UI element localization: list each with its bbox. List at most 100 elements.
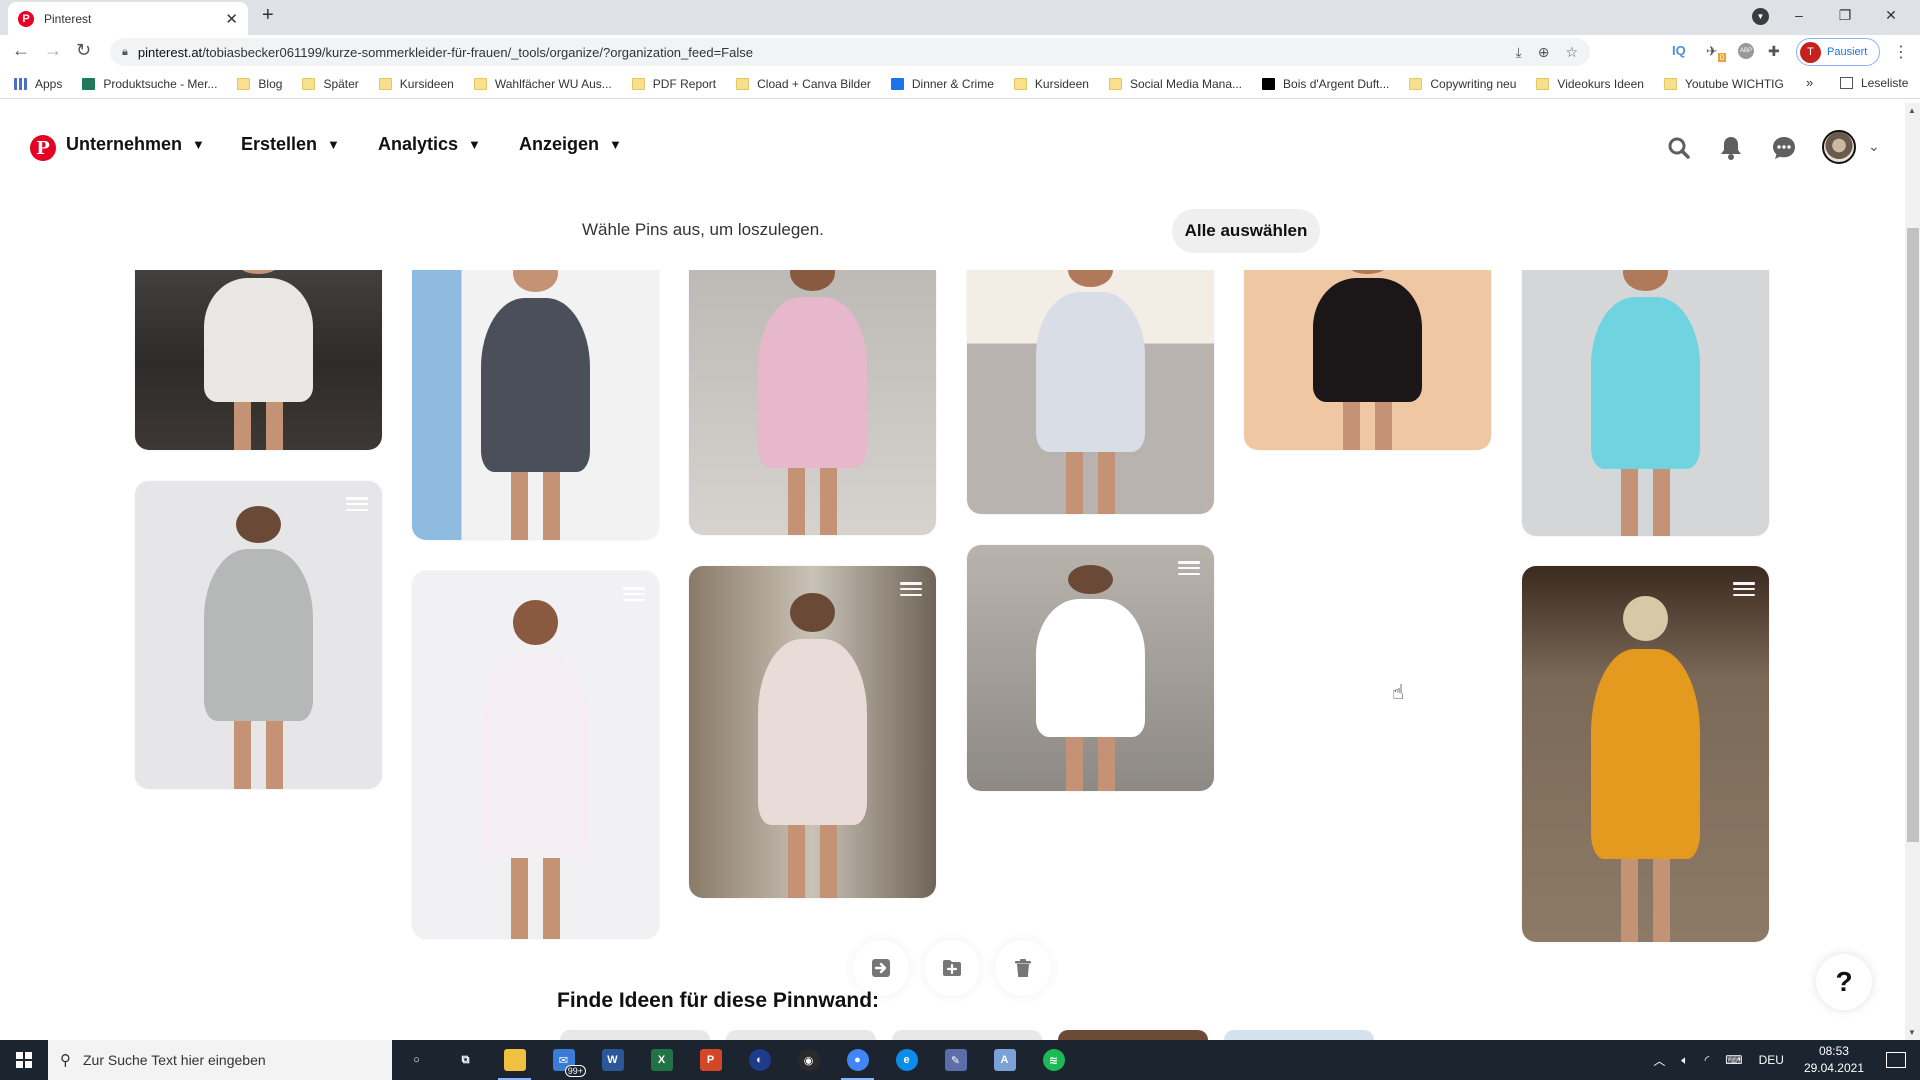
scroll-down-icon[interactable]: ▼: [1908, 1028, 1916, 1037]
messages-icon[interactable]: [1769, 133, 1799, 163]
drag-handle-icon[interactable]: [1733, 582, 1755, 596]
help-button[interactable]: ?: [1816, 954, 1872, 1010]
reload-icon[interactable]: ↻: [76, 40, 91, 61]
move-pins-button[interactable]: [853, 940, 909, 996]
bookmark-item[interactable]: Kursideen: [1013, 77, 1089, 91]
taskbar-app-file-explorer[interactable]: [490, 1040, 539, 1080]
zoom-icon[interactable]: ⊕: [1538, 44, 1550, 61]
tab-close-icon[interactable]: ✕: [225, 10, 238, 28]
page-scrollbar[interactable]: ▲ ▼: [1905, 103, 1920, 1040]
bookmark-item[interactable]: Dinner & Crime: [890, 77, 994, 91]
forward-icon[interactable]: →: [44, 40, 62, 61]
delete-pins-button[interactable]: [995, 940, 1051, 996]
bookmark-item[interactable]: Copywriting neu: [1409, 77, 1516, 91]
restore-button[interactable]: ❐: [1822, 7, 1868, 24]
bookmark-item[interactable]: Social Media Mana...: [1108, 77, 1242, 91]
bookmarks-overflow-icon[interactable]: »: [1806, 75, 1813, 90]
bookmark-item[interactable]: Wahlfächer WU Aus...: [473, 77, 612, 91]
start-button[interactable]: [0, 1040, 48, 1080]
scroll-up-icon[interactable]: ▲: [1908, 106, 1916, 115]
tray-overflow-icon[interactable]: ︿: [1653, 1052, 1665, 1069]
idea-card[interactable]: [1058, 1030, 1208, 1040]
extension-badge-icon[interactable]: ✈ 0: [1706, 43, 1727, 62]
taskbar-app-app-paint[interactable]: ✎: [931, 1040, 980, 1080]
taskbar-app-chrome[interactable]: ●: [833, 1040, 882, 1080]
idea-card[interactable]: [892, 1030, 1042, 1040]
address-bar[interactable]: 🔒︎ pinterest.at/tobiasbecker061199/kurze…: [110, 38, 1590, 66]
nav-anzeigen[interactable]: Anzeigen ▼: [519, 134, 622, 155]
adblock-extension-icon[interactable]: ABP: [1738, 43, 1754, 59]
nav-erstellen[interactable]: Erstellen ▼: [241, 134, 340, 155]
taskbar-app-edge[interactable]: e: [882, 1040, 931, 1080]
pinterest-logo[interactable]: P: [30, 135, 56, 161]
taskbar-app-app-doc[interactable]: A: [980, 1040, 1029, 1080]
volume-icon[interactable]: 🔈︎: [1681, 1053, 1688, 1068]
taskbar-app-obs[interactable]: ◉: [784, 1040, 833, 1080]
new-tab-button[interactable]: +: [262, 4, 274, 27]
profile-button[interactable]: T Pausiert: [1796, 38, 1880, 66]
taskbar-app-task-view[interactable]: ⧉: [441, 1040, 490, 1080]
pin-card[interactable]: [1522, 566, 1769, 942]
taskbar-search[interactable]: ⚲ Zur Suche Text hier eingeben: [48, 1040, 392, 1080]
drag-handle-icon[interactable]: [900, 582, 922, 596]
tab-pinterest[interactable]: P Pinterest ✕: [8, 2, 248, 35]
tab-search-icon[interactable]: ▼: [1752, 8, 1769, 25]
pin-card[interactable]: [135, 270, 382, 450]
wifi-icon[interactable]: ◜: [1705, 1053, 1710, 1067]
idea-card[interactable]: [560, 1030, 710, 1040]
pin-card[interactable]: [412, 270, 659, 540]
notifications-bell-icon[interactable]: [1716, 133, 1746, 163]
bookmark-item[interactable]: Videokurs Ideen: [1536, 77, 1644, 91]
pin-card[interactable]: [135, 481, 382, 789]
nav-analytics[interactable]: Analytics ▼: [378, 134, 481, 155]
bookmark-item[interactable]: Kursideen: [378, 77, 454, 91]
back-icon[interactable]: ←: [12, 40, 30, 61]
bookmark-item[interactable]: Youtube WICHTIG: [1663, 77, 1784, 91]
idea-card[interactable]: [726, 1030, 876, 1040]
copy-to-board-button[interactable]: [924, 940, 980, 996]
reading-list-button[interactable]: Leseliste: [1840, 76, 1908, 90]
bookmark-item[interactable]: Produktsuche - Mer...: [82, 77, 217, 91]
pin-card[interactable]: [967, 270, 1214, 514]
language-indicator[interactable]: DEU: [1759, 1053, 1784, 1067]
extensions-puzzle-icon[interactable]: ✚: [1768, 43, 1780, 60]
iq-extension-icon[interactable]: IQ: [1672, 43, 1686, 58]
drag-handle-icon[interactable]: [1178, 561, 1200, 575]
bookmark-item[interactable]: PDF Report: [631, 77, 716, 91]
taskbar-app-app-blue-orange[interactable]: ◐: [735, 1040, 784, 1080]
scrollbar-thumb[interactable]: [1907, 228, 1919, 842]
bookmark-star-icon[interactable]: ☆: [1565, 44, 1578, 61]
bookmark-item[interactable]: Blog: [237, 77, 282, 91]
taskbar-app-spotify[interactable]: ≋: [1029, 1040, 1078, 1080]
action-center-icon[interactable]: [1886, 1052, 1906, 1068]
pin-card[interactable]: [967, 545, 1214, 791]
bookmark-item[interactable]: Später: [302, 77, 359, 91]
account-avatar[interactable]: [1822, 130, 1856, 164]
taskbar-app-excel[interactable]: X: [637, 1040, 686, 1080]
browser-menu-icon[interactable]: ⋮: [1893, 42, 1909, 62]
close-window-button[interactable]: ✕: [1868, 7, 1914, 24]
drag-handle-icon[interactable]: [346, 497, 368, 511]
keyboard-icon[interactable]: ⌨: [1725, 1053, 1742, 1067]
pin-card[interactable]: [1244, 270, 1491, 450]
install-icon[interactable]: ⤓: [1516, 44, 1522, 61]
taskbar-app-word[interactable]: W: [588, 1040, 637, 1080]
clock[interactable]: 08:53 29.04.2021: [1804, 1043, 1864, 1077]
bookmark-item[interactable]: Cload + Canva Bilder: [736, 77, 871, 91]
taskbar-app-cortana[interactable]: ○: [392, 1040, 441, 1080]
pin-card[interactable]: [689, 270, 936, 535]
drag-handle-icon[interactable]: [623, 587, 645, 601]
pin-card[interactable]: [1522, 270, 1769, 536]
taskbar-app-mail[interactable]: ✉ 99+: [539, 1040, 588, 1080]
nav-unternehmen[interactable]: Unternehmen ▼: [66, 134, 205, 155]
bookmark-item[interactable]: Apps: [14, 77, 62, 91]
bookmark-item[interactable]: Bois d'Argent Duft...: [1262, 77, 1389, 91]
account-chevron-down-icon[interactable]: ⌄: [1868, 138, 1880, 155]
select-all-button[interactable]: Alle auswählen: [1172, 209, 1320, 253]
minimize-button[interactable]: –: [1776, 7, 1822, 23]
idea-card[interactable]: [1224, 1030, 1374, 1040]
search-icon[interactable]: [1664, 133, 1694, 163]
taskbar-app-powerpoint[interactable]: P: [686, 1040, 735, 1080]
pin-card[interactable]: [412, 571, 659, 939]
pin-card[interactable]: [689, 566, 936, 898]
